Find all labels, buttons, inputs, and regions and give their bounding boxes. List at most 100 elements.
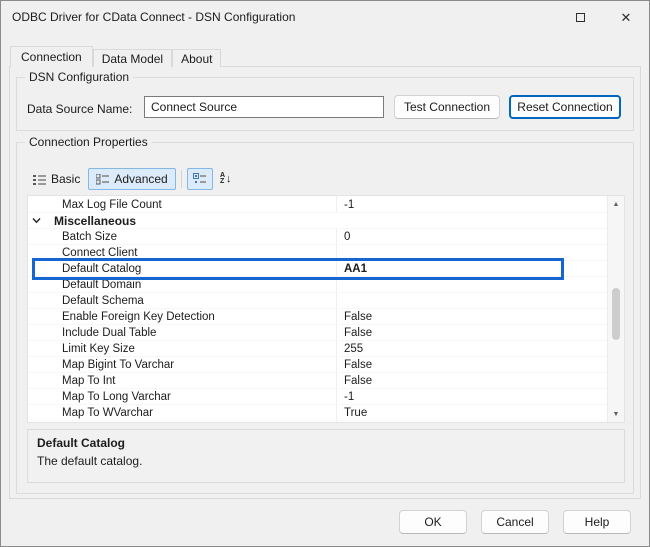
row-gutter	[28, 261, 44, 276]
scroll-up-icon[interactable]: ▲	[608, 196, 624, 212]
property-value[interactable]: False	[336, 325, 607, 340]
property-row[interactable]: Map Bigint To Varchar False	[28, 357, 607, 373]
property-row[interactable]: Batch Size 0	[28, 229, 607, 245]
maximize-button[interactable]	[557, 1, 603, 33]
data-source-name-input[interactable]	[144, 96, 384, 118]
vertical-scrollbar[interactable]: ▲ ▼	[607, 196, 624, 422]
property-value[interactable]: False	[336, 357, 607, 372]
row-gutter	[28, 373, 44, 388]
property-grid[interactable]: Max Log File Count -1 Miscellaneous Batch S…	[27, 195, 625, 423]
connection-properties-title: Connection Properties	[25, 135, 152, 149]
basic-icon	[33, 174, 46, 185]
cancel-button[interactable]: Cancel	[481, 510, 549, 534]
property-name: Map To WVarchar	[62, 406, 153, 419]
property-name: Enable Foreign Key Detection	[62, 310, 215, 323]
row-gutter	[28, 357, 44, 372]
property-grid-rows: Max Log File Count -1 Miscellaneous Batch S…	[28, 197, 607, 421]
property-name: Default Catalog	[62, 262, 142, 275]
row-gutter	[28, 389, 44, 404]
property-row[interactable]: Limit Key Size 255	[28, 341, 607, 357]
property-value[interactable]	[336, 293, 607, 308]
connection-properties-group: Connection Properties Basic Advanced A Z…	[16, 135, 634, 494]
scroll-down-icon[interactable]: ▼	[608, 406, 624, 422]
close-icon: ✕	[620, 9, 632, 25]
basic-view-label: Basic	[51, 172, 81, 186]
tab-connection[interactable]: Connection	[10, 46, 93, 67]
description-text: The default catalog.	[37, 454, 143, 468]
property-row[interactable]: Connect Client	[28, 245, 607, 261]
property-value[interactable]: AA1	[336, 261, 607, 276]
ok-button[interactable]: OK	[399, 510, 467, 534]
property-value[interactable]: -1	[336, 197, 607, 212]
tab-page-connection: DSN Configuration Data Source Name: Test…	[9, 66, 641, 499]
close-button[interactable]: ✕	[603, 1, 649, 33]
row-gutter	[28, 197, 44, 212]
test-connection-button[interactable]: Test Connection	[394, 95, 500, 119]
property-value[interactable]: True	[336, 405, 607, 420]
property-value[interactable]: 0	[336, 229, 607, 244]
dsn-group-title: DSN Configuration	[25, 70, 134, 84]
categorized-view-button[interactable]	[186, 168, 213, 190]
property-name: Default Schema	[62, 294, 144, 307]
property-name: Miscellaneous	[54, 213, 137, 228]
properties-toolbar: Basic Advanced A Z ↓	[25, 167, 239, 191]
property-row[interactable]: Default Catalog AA1	[28, 258, 607, 280]
maximize-icon	[575, 12, 585, 22]
property-row[interactable]: Map To WVarchar True	[28, 405, 607, 421]
property-name: Connect Client	[62, 246, 138, 259]
basic-view-button[interactable]: Basic	[25, 168, 88, 190]
property-row[interactable]: Include Dual Table False	[28, 325, 607, 341]
tab-about[interactable]: About	[172, 49, 222, 67]
toolbar-separator	[180, 170, 182, 188]
row-gutter	[28, 325, 44, 340]
property-description-panel: Default Catalog The default catalog.	[27, 429, 625, 483]
data-source-name-label: Data Source Name:	[27, 102, 133, 116]
advanced-icon	[96, 173, 110, 184]
property-row[interactable]: Default Schema	[28, 293, 607, 309]
property-name: Map To Long Varchar	[62, 390, 171, 403]
property-row[interactable]: Map To Int False	[28, 373, 607, 389]
property-value[interactable]	[336, 245, 607, 260]
property-value[interactable]: -1	[336, 389, 607, 404]
dialog-window: ODBC Driver for CData Connect - DSN Conf…	[0, 0, 650, 547]
property-name: Map Bigint To Varchar	[62, 358, 175, 371]
window-title: ODBC Driver for CData Connect - DSN Conf…	[12, 10, 296, 24]
description-title: Default Catalog	[37, 436, 126, 450]
property-name: Include Dual Table	[62, 326, 157, 339]
property-name: Default Domain	[62, 278, 142, 291]
tab-data-model[interactable]: Data Model	[92, 49, 173, 67]
row-gutter	[28, 405, 44, 420]
row-gutter	[28, 309, 44, 324]
row-gutter	[28, 229, 44, 244]
property-row[interactable]: Enable Foreign Key Detection False	[28, 309, 607, 325]
property-row[interactable]: Map To Long Varchar -1	[28, 389, 607, 405]
title-bar[interactable]: ODBC Driver for CData Connect - DSN Conf…	[1, 1, 649, 33]
advanced-view-button[interactable]: Advanced	[88, 168, 176, 190]
property-name: Limit Key Size	[62, 342, 135, 355]
sort-alphabetical-button[interactable]: AZ ↓	[213, 168, 239, 190]
property-value[interactable]: False	[336, 373, 607, 388]
property-value[interactable]	[336, 277, 607, 292]
row-gutter	[28, 341, 44, 356]
scrollbar-thumb[interactable]	[612, 288, 620, 340]
help-button[interactable]: Help	[563, 510, 631, 534]
property-name: Max Log File Count	[62, 198, 162, 211]
tab-strip: Connection Data Model About	[10, 46, 222, 67]
property-row[interactable]: Default Domain	[28, 277, 607, 293]
caption-buttons: ✕	[557, 1, 649, 33]
categorized-icon	[193, 173, 207, 183]
sort-az-icon: AZ ↓	[219, 172, 232, 185]
row-gutter	[28, 245, 44, 260]
dsn-configuration-group: DSN Configuration Data Source Name: Test…	[16, 70, 634, 131]
property-row[interactable]: Max Log File Count -1	[28, 197, 607, 213]
advanced-view-label: Advanced	[114, 172, 168, 186]
property-value[interactable]: 255	[336, 341, 607, 356]
property-value[interactable]: False	[336, 309, 607, 324]
property-name: Batch Size	[62, 230, 117, 243]
row-gutter	[28, 293, 44, 308]
chevron-down-icon[interactable]	[28, 213, 44, 228]
property-name: Map To Int	[62, 374, 116, 387]
reset-connection-button[interactable]: Reset Connection	[509, 95, 621, 119]
row-gutter	[28, 277, 44, 292]
category-row[interactable]: Miscellaneous	[28, 213, 607, 229]
